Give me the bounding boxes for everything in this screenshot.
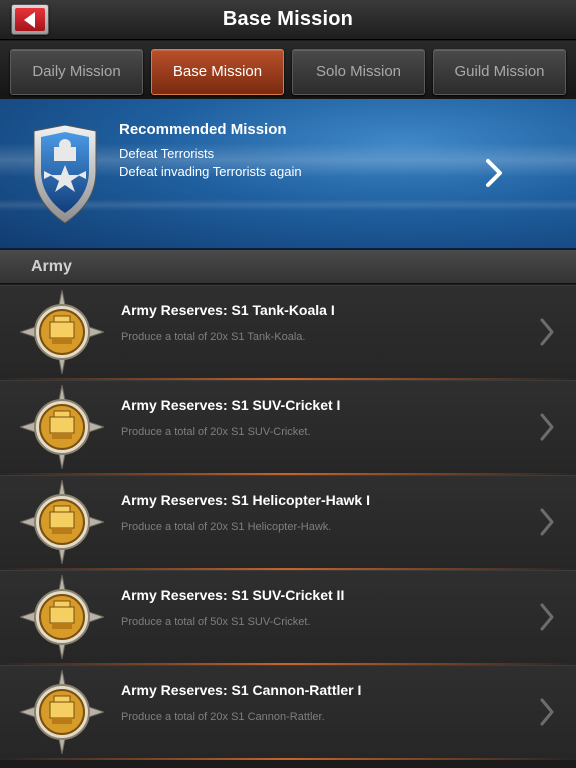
tab-daily-mission[interactable]: Daily Mission <box>10 49 143 95</box>
mission-tabs: Daily Mission Base Mission Solo Mission … <box>0 41 576 99</box>
mission-row[interactable]: Army Reserves: S1 SUV-Cricket I Produce … <box>0 380 576 475</box>
mission-title: Army Reserves: S1 SUV-Cricket II <box>121 587 345 603</box>
row-separator <box>0 758 576 760</box>
mission-description: Produce a total of 20x S1 SUV-Cricket. <box>121 426 311 438</box>
mission-title: Army Reserves: S1 Helicopter-Hawk I <box>121 492 370 508</box>
chevron-right-icon[interactable] <box>538 697 556 727</box>
recommended-mission-title: Recommended Mission <box>119 121 287 138</box>
tab-solo-mission[interactable]: Solo Mission <box>292 49 425 95</box>
chevron-right-icon[interactable] <box>484 157 504 189</box>
tab-base-mission[interactable]: Base Mission <box>151 49 284 95</box>
mission-description: Produce a total of 50x S1 SUV-Cricket. <box>121 616 311 628</box>
row-top-line <box>0 475 576 476</box>
shield-emblem-icon <box>33 125 97 224</box>
row-top-line <box>0 665 576 666</box>
chevron-right-icon[interactable] <box>538 412 556 442</box>
mission-title: Army Reserves: S1 Cannon-Rattler I <box>121 682 362 698</box>
section-label: Army <box>31 258 72 275</box>
row-top-line <box>0 285 576 286</box>
mission-row[interactable]: Army Reserves: S1 Helicopter-Hawk I Prod… <box>0 475 576 570</box>
row-top-line <box>0 380 576 381</box>
army-medal-icon <box>20 480 104 564</box>
mission-title: Army Reserves: S1 SUV-Cricket I <box>121 397 341 413</box>
mission-title: Army Reserves: S1 Tank-Koala I <box>121 302 335 318</box>
mission-row[interactable]: Army Reserves: S1 Tank-Koala I Produce a… <box>0 285 576 380</box>
army-medal-icon <box>20 575 104 659</box>
recommended-mission-desc: Defeat invading Terrorists again <box>119 164 302 179</box>
mission-list: Army Reserves: S1 Tank-Koala I Produce a… <box>0 285 576 760</box>
mission-description: Produce a total of 20x S1 Tank-Koala. <box>121 331 306 343</box>
tab-guild-mission[interactable]: Guild Mission <box>433 49 566 95</box>
mission-description: Produce a total of 20x S1 Helicopter-Haw… <box>121 521 332 533</box>
army-medal-icon <box>20 290 104 374</box>
page-title: Base Mission <box>222 8 354 30</box>
recommended-mission-banner[interactable]: Recommended Mission Defeat Terrorists De… <box>0 99 576 249</box>
mission-row[interactable]: Army Reserves: S1 Cannon-Rattler I Produ… <box>0 665 576 760</box>
header-bar: Base Mission <box>0 0 576 40</box>
recommended-mission-name: Defeat Terrorists <box>119 146 215 161</box>
chevron-right-icon[interactable] <box>538 602 556 632</box>
mission-row[interactable]: Army Reserves: S1 SUV-Cricket II Produce… <box>0 570 576 665</box>
chevron-right-icon[interactable] <box>538 317 556 347</box>
army-medal-icon <box>20 385 104 469</box>
section-header-army: Army <box>0 250 576 284</box>
mission-description: Produce a total of 20x S1 Cannon-Rattler… <box>121 711 325 723</box>
row-top-line <box>0 570 576 571</box>
army-medal-icon <box>20 670 104 754</box>
chevron-right-icon[interactable] <box>538 507 556 537</box>
